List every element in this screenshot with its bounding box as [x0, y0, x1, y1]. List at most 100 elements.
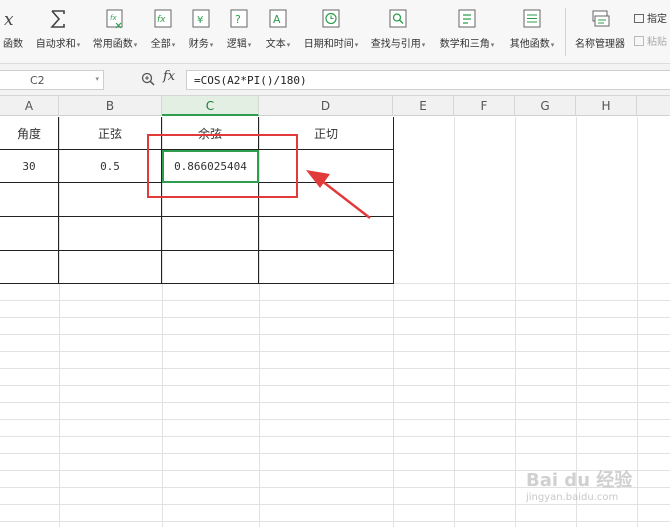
grid-line [454, 117, 455, 527]
chevron-down-icon: ▾ [286, 41, 291, 49]
chevron-down-icon: ▾ [76, 41, 81, 49]
question-icon: ? [230, 9, 248, 28]
svg-text:?: ? [235, 13, 241, 26]
svg-text:A: A [273, 13, 281, 26]
specify-button[interactable]: 指定 [634, 10, 667, 26]
column-header-c[interactable]: C [162, 96, 259, 116]
zoom-icon[interactable] [141, 72, 155, 86]
lookup-button[interactable]: 查找与引用▾ [368, 6, 428, 58]
other-functions-button[interactable]: 其他函数▾ [506, 6, 558, 58]
cell-b1[interactable]: 正弦 [59, 117, 161, 149]
chevron-down-icon: ▾ [421, 41, 426, 49]
sigma-icon [50, 10, 65, 28]
logical-label: 逻辑 [226, 39, 247, 50]
fx-icon: x [4, 10, 14, 30]
other-functions-label: 其他函数 [509, 39, 550, 50]
column-header-h[interactable]: H [576, 96, 637, 116]
column-header-g[interactable]: G [515, 96, 576, 116]
more-icon [523, 9, 541, 28]
grid-line [0, 402, 670, 403]
common-functions-button[interactable]: fx 常用函数▾ [90, 6, 140, 58]
chevron-down-icon: ▾ [490, 41, 495, 49]
grid-line [0, 521, 670, 522]
column-header-d[interactable]: D [259, 96, 393, 116]
grid-line [0, 419, 670, 420]
formula-input[interactable]: =COS(A2*PI()/180) [186, 70, 670, 90]
ribbon-separator [565, 8, 566, 56]
grid-line [0, 300, 670, 301]
name-box[interactable]: C2 ▾ [0, 70, 104, 90]
column-header-b[interactable]: B [59, 96, 162, 116]
column-header-f[interactable]: F [454, 96, 515, 116]
chevron-down-icon: ▾ [171, 41, 176, 49]
common-functions-label: 常用函数 [92, 39, 133, 50]
text-label: 文本 [265, 39, 286, 50]
table-border [393, 117, 394, 284]
annotation-highlight-box [147, 134, 298, 198]
datetime-label: 日期和时间 [303, 39, 354, 50]
grid-line [0, 385, 670, 386]
fx-box-icon: fx [154, 9, 172, 28]
fx-icon[interactable]: fx [163, 69, 175, 84]
chevron-down-icon: ▾ [550, 41, 555, 49]
formula-text: =COS(A2*PI()/180) [194, 74, 307, 87]
chevron-down-icon: ▾ [133, 41, 138, 49]
svg-text:fx: fx [110, 14, 117, 22]
table-grid-icon [634, 14, 644, 23]
chevron-down-icon: ▾ [95, 75, 99, 83]
financial-label: 财务 [188, 39, 209, 50]
grid-line [0, 453, 670, 454]
math-trig-button[interactable]: 数学和三角▾ [436, 6, 498, 58]
name-manager-button[interactable]: 名称管理器 [572, 6, 628, 58]
grid-line [0, 334, 670, 335]
ribbon-toolbar: x 函数 自动求和▾ fx 常用函数▾ fx 全部▾ ¥ 财务▾ ? 逻辑▾ A… [0, 0, 670, 64]
column-header-a[interactable]: A [0, 96, 59, 116]
logical-button[interactable]: ? 逻辑▾ [224, 6, 254, 58]
grid-line [0, 436, 670, 437]
all-functions-button[interactable]: fx 全部▾ [148, 6, 178, 58]
yen-icon: ¥ [192, 9, 210, 28]
paste-label: 粘贴 [647, 37, 667, 48]
insert-function-button[interactable]: x 函数 [0, 6, 26, 58]
table-border [0, 216, 394, 217]
grid-line [0, 317, 670, 318]
table-border [0, 250, 394, 251]
financial-button[interactable]: ¥ 财务▾ [186, 6, 216, 58]
lookup-icon [389, 9, 407, 28]
all-functions-label: 全部 [150, 39, 171, 50]
grid-line [0, 351, 670, 352]
formula-bar: C2 ▾ fx =COS(A2*PI()/180) [0, 64, 670, 96]
watermark-url: jingyan.baidu.com [526, 492, 619, 503]
specify-label: 指定 [647, 14, 667, 25]
insert-function-label: 函数 [3, 39, 23, 50]
name-manager-icon [592, 10, 610, 27]
baidu-watermark: Bai du 经验 jingyan.baidu.com [512, 456, 662, 512]
svg-text:x: x [4, 10, 14, 30]
name-box-value: C2 [30, 74, 45, 87]
column-header-i[interactable] [637, 96, 670, 116]
math-trig-label: 数学和三角 [439, 39, 490, 50]
watermark-logo-text: Bai du 经验 [526, 470, 633, 491]
math-icon [458, 9, 476, 28]
fx-star-icon: fx [106, 9, 123, 29]
name-manager-label: 名称管理器 [575, 39, 625, 50]
cell-b2[interactable]: 0.5 [59, 150, 161, 182]
svg-text:fx: fx [157, 15, 166, 25]
autosum-button[interactable]: 自动求和▾ [33, 6, 83, 58]
paste-name-button[interactable]: 粘贴 [634, 33, 667, 49]
chevron-down-icon: ▾ [209, 41, 214, 49]
clock-icon [322, 9, 340, 28]
svg-text:¥: ¥ [197, 15, 203, 26]
grid-line [0, 368, 670, 369]
column-header-e[interactable]: E [393, 96, 454, 116]
datetime-button[interactable]: 日期和时间▾ [302, 6, 360, 58]
text-a-icon: A [269, 9, 287, 28]
chevron-down-icon: ▾ [354, 41, 359, 49]
paste-icon [634, 36, 644, 46]
lookup-label: 查找与引用 [370, 39, 421, 50]
chevron-down-icon: ▾ [247, 41, 252, 49]
text-button[interactable]: A 文本▾ [262, 6, 294, 58]
cell-a1[interactable]: 角度 [0, 117, 58, 149]
autosum-label: 自动求和 [35, 39, 76, 50]
cell-a2[interactable]: 30 [0, 150, 58, 182]
